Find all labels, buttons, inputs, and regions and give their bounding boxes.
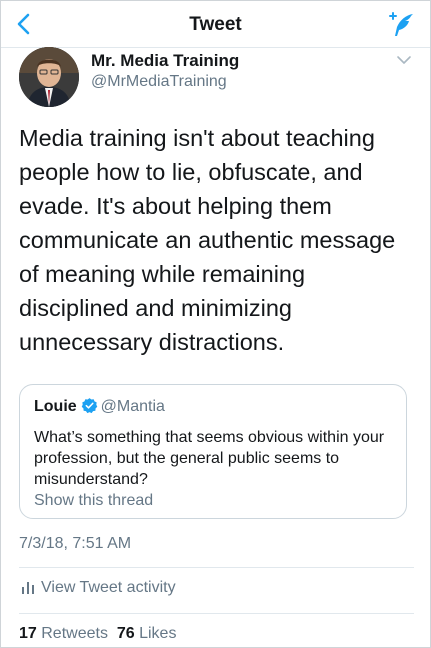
view-tweet-activity-label: View Tweet activity [41,579,176,596]
quoted-author-name: Louie [34,398,77,415]
analytics-bars-icon [22,582,34,594]
author-name[interactable]: Mr. Media Training [91,51,239,71]
view-tweet-activity-button[interactable]: View Tweet activity [19,577,319,601]
quoted-tweet-card[interactable]: Louie @Mantia What’s something that seem… [19,384,407,519]
tweet-stats: 17 Retweets 76 Likes [19,625,176,643]
quoted-tweet-body: What’s something that seems obvious with… [34,429,385,488]
author-handle[interactable]: @MrMediaTraining [91,73,227,91]
retweets-count: 17 [19,625,37,642]
chevron-down-icon [397,56,411,64]
compose-tweet-icon [389,12,413,36]
retweets-stat[interactable]: 17 Retweets [19,625,108,642]
tweet-timestamp: 7/3/18, 7:51 AM [19,535,132,552]
avatar[interactable] [19,47,79,107]
likes-label: Likes [139,625,177,642]
retweets-label: Retweets [41,625,108,642]
tweet-body: Media training isn't about teaching peop… [19,125,396,355]
avatar-photo [19,47,79,107]
quoted-tweet-header: Louie @Mantia [34,397,165,416]
tweet-menu-button[interactable] [395,53,413,67]
divider [19,613,414,614]
show-thread-link[interactable]: Show this thread [34,492,153,510]
divider [19,567,414,568]
likes-count: 76 [116,625,135,642]
tweet-detail-screen: Tweet Mr. Media Training @MrMediaTrainin… [0,0,431,648]
quoted-author-handle: @Mantia [100,398,165,415]
compose-tweet-button[interactable] [386,11,416,39]
navigation-bar: Tweet [1,1,430,48]
likes-stat[interactable]: 76 Likes [117,625,177,642]
page-title: Tweet [189,14,242,35]
tweet-author: Mr. Media Training @MrMediaTraining [19,47,419,107]
verified-badge-icon [81,398,97,414]
